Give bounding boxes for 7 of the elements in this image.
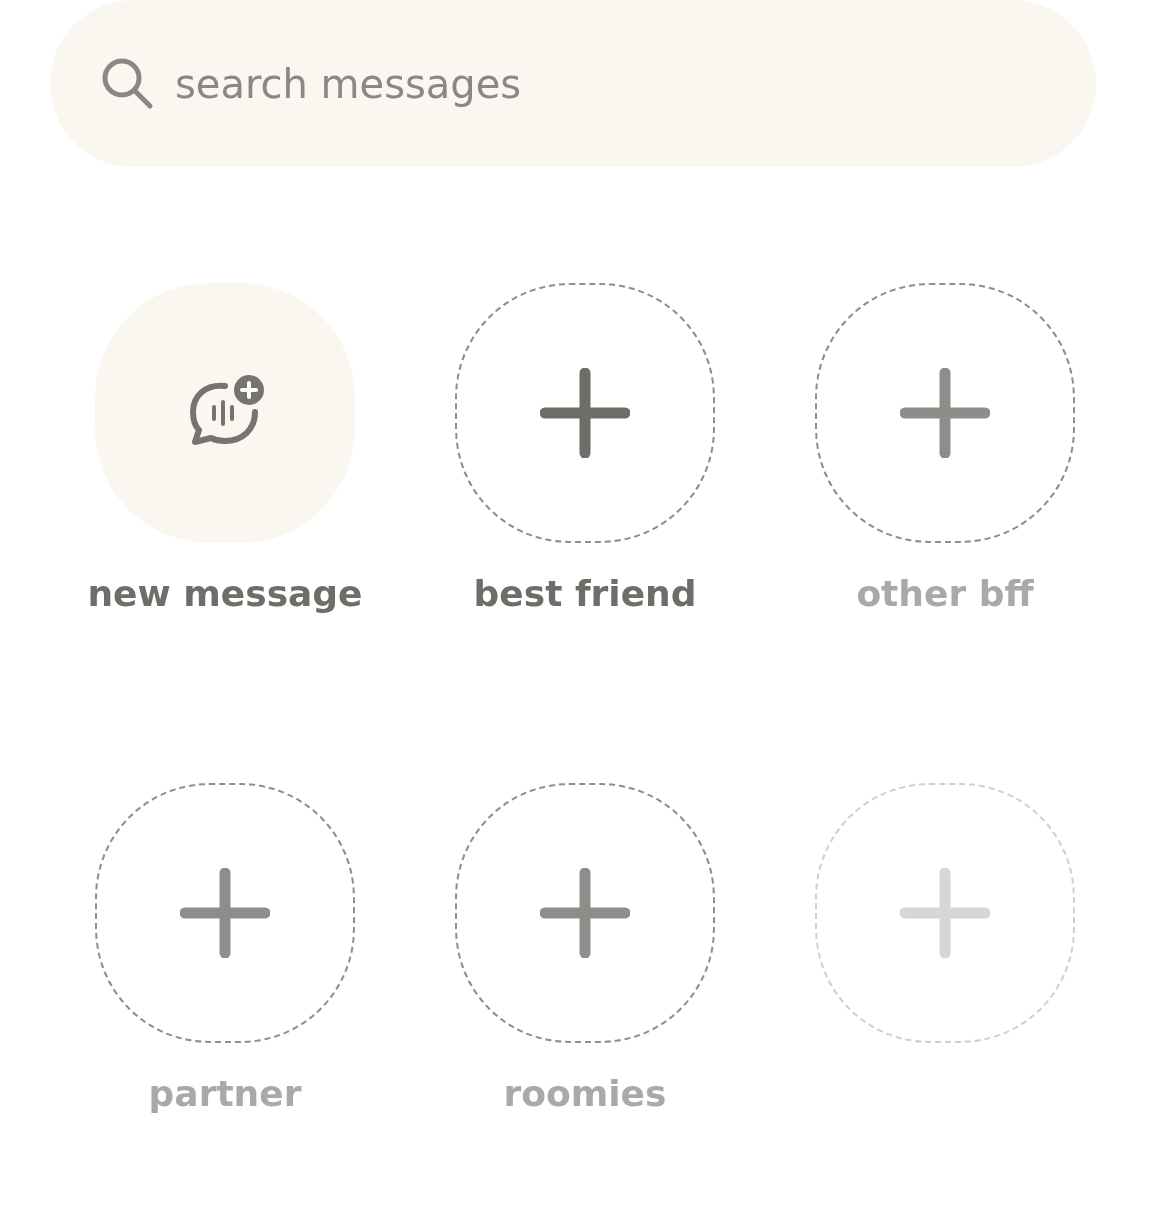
tile-label: roomies [503,1073,667,1114]
tile-label: partner [148,1073,302,1114]
tile-label: new message [87,573,363,614]
tile-label: best friend [473,573,697,614]
search-field[interactable]: search messages [50,0,1096,167]
plus-icon [900,868,990,958]
tile-label: other bff [856,573,1034,614]
